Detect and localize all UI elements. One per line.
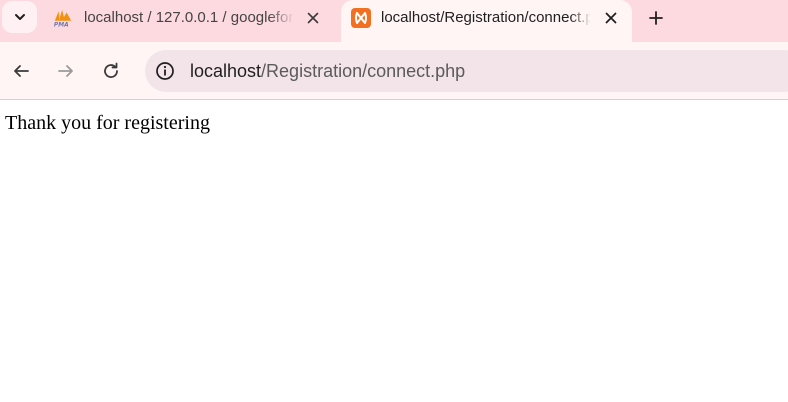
url-path: /Registration/connect.php — [261, 61, 466, 81]
reload-icon — [104, 62, 118, 78]
close-icon — [605, 12, 617, 24]
close-tab-button[interactable] — [302, 7, 324, 29]
tab-connect-php[interactable]: localhost/Registration/connect.php — [341, 0, 632, 42]
back-button[interactable] — [8, 58, 34, 84]
xampp-icon — [351, 8, 371, 28]
new-tab-button[interactable] — [643, 5, 669, 31]
registration-message: Thank you for registering — [5, 112, 210, 134]
plus-icon — [649, 11, 663, 25]
forward-arrow-icon — [58, 65, 73, 77]
close-tab-button[interactable] — [600, 7, 622, 29]
site-info-button[interactable] — [154, 60, 176, 82]
url-host: localhost — [190, 61, 262, 81]
back-arrow-icon — [14, 65, 29, 77]
tab-strip: PMA localhost / 127.0.0.1 / googleform l… — [0, 0, 788, 42]
tab-title: localhost / 127.0.0.1 / googleform — [84, 9, 294, 26]
svg-text:PMA: PMA — [54, 23, 69, 28]
close-icon — [307, 12, 319, 24]
browser-toolbar: localhost/Registration/connect.php — [0, 42, 788, 100]
forward-button[interactable] — [53, 58, 79, 84]
url-text[interactable]: localhost/Registration/connect.php — [190, 61, 465, 81]
address-bar[interactable]: localhost/Registration/connect.php — [145, 50, 788, 92]
chevron-down-icon — [14, 14, 25, 20]
reload-button[interactable] — [98, 58, 124, 84]
phpmyadmin-icon: PMA — [53, 8, 73, 28]
tab-phpmyadmin[interactable]: PMA localhost / 127.0.0.1 / googleform — [44, 0, 340, 42]
info-icon — [156, 62, 174, 80]
page-content: Thank you for registering — [0, 101, 788, 402]
tab-title: localhost/Registration/connect.php — [381, 9, 591, 26]
tab-search-button[interactable] — [2, 1, 37, 33]
